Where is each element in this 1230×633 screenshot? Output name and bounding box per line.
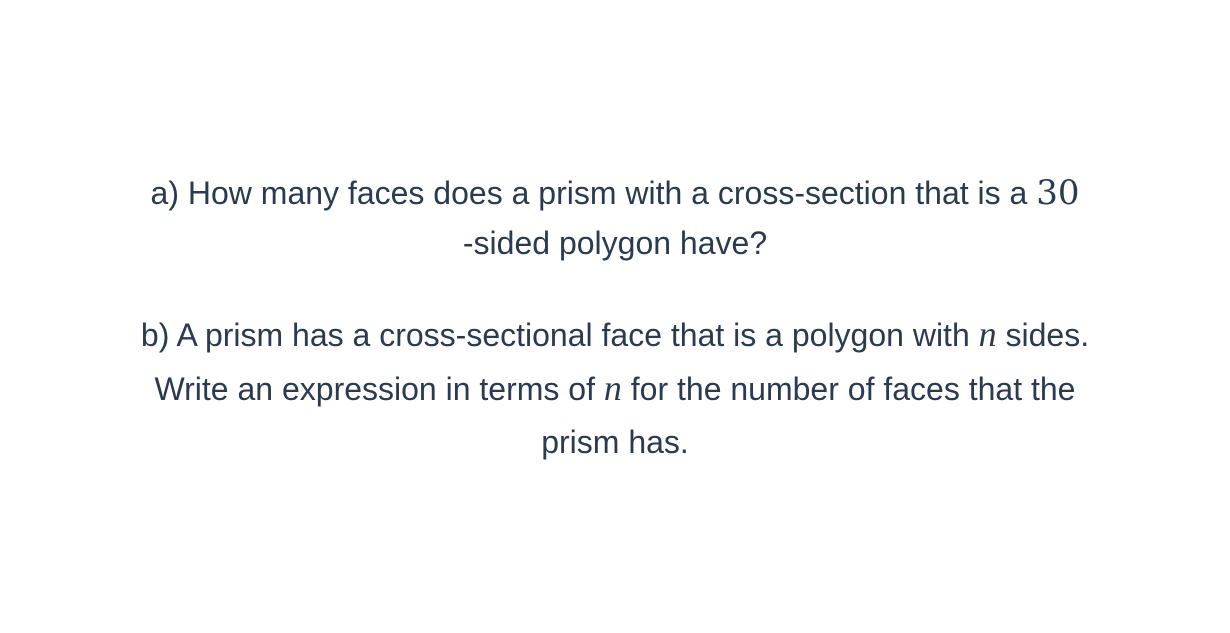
question-part-a: a) How many faces does a prism with a cr… [40,168,1190,268]
variable-n-second: n [603,368,622,408]
part-b-line-2-end: for the number of faces that the [621,371,1076,407]
part-b-line-3: prism has. [541,424,689,460]
part-b-line-2-start: Write an expression in terms of [154,371,604,407]
part-a-line-1: a) How many faces does a prism with a cr… [40,168,1190,218]
part-a-text: a) How many faces does a prism with a cr… [150,175,1037,211]
polygon-sides-number: 30 [1036,173,1080,213]
part-b-text-end: sides. [996,317,1090,353]
part-b-line-1: b) A prism has a cross-sectional face th… [40,308,1190,362]
variable-n: n [978,314,997,354]
question-part-b: b) A prism has a cross-sectional face th… [40,308,1190,469]
part-a-line-2: -sided polygon have? [462,225,768,261]
part-b-text-start: b) A prism has a cross-sectional face th… [140,317,979,353]
part-b-line-2: Write an expression in terms of n for th… [40,362,1190,416]
